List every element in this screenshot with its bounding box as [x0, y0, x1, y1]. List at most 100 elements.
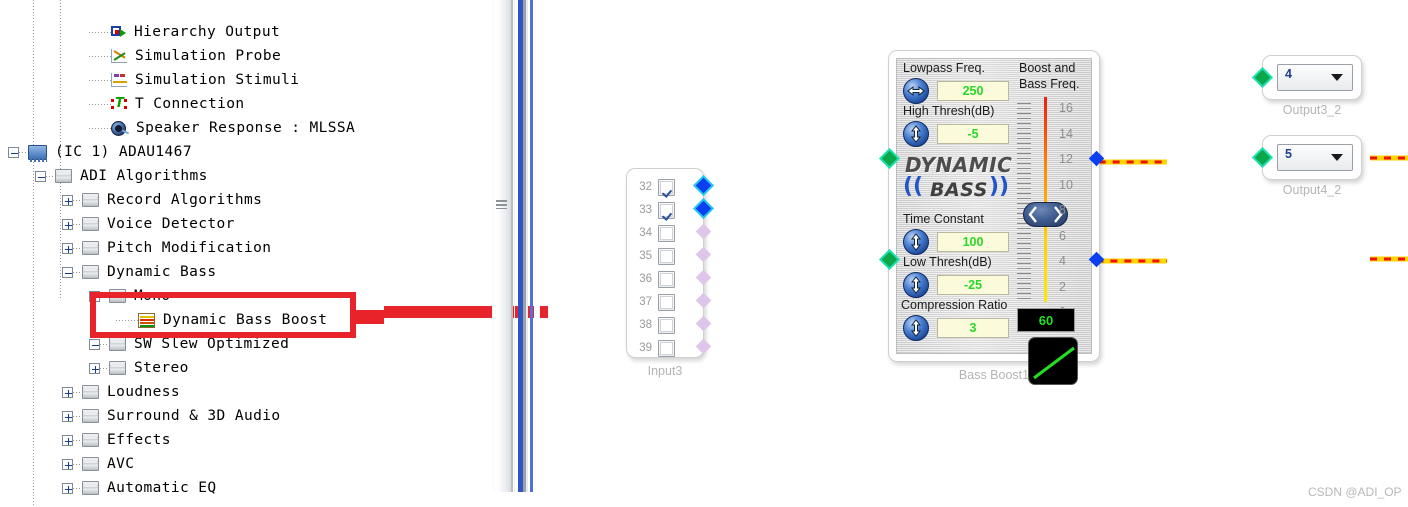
tree-expander-plus-icon[interactable] [62, 386, 73, 398]
tree-item-voice-detector[interactable]: Voice Detector [62, 212, 235, 236]
tree-item-dynamic-bass[interactable]: Dynamic Bass [62, 260, 217, 284]
tree-expander-minus-icon[interactable] [62, 266, 73, 278]
high-thresh-knob[interactable] [903, 121, 929, 147]
tree-item-automatic-eq[interactable]: Automatic EQ [62, 476, 217, 500]
tree-item-simulation-stimuli[interactable]: Simulation Stimuli [89, 68, 299, 92]
slider-track[interactable] [1044, 97, 1047, 302]
tree-expander-plus-icon[interactable] [62, 458, 73, 470]
tree-expander-minus-icon[interactable] [35, 170, 46, 182]
input-block-caption: Input3 [647, 364, 683, 378]
time-constant-knob[interactable] [903, 229, 929, 255]
compression-ratio-knob[interactable] [903, 315, 929, 341]
input-channel-row[interactable]: 32 [633, 178, 675, 196]
channel-checkbox[interactable] [658, 224, 675, 242]
tree-item-hierarchy-output[interactable]: Hierarchy Output [89, 20, 280, 44]
tree-expander-minus-icon[interactable] [8, 146, 19, 158]
tree-expander-plus-icon[interactable] [62, 410, 73, 422]
tree-item-surround-3d-audio[interactable]: Surround & 3D Audio [62, 404, 280, 428]
tree-expander-minus-icon[interactable] [89, 338, 100, 350]
low-thresh-value[interactable]: -25 [937, 275, 1009, 295]
dynamic-bass-caption: Bass Boost1 [958, 368, 1030, 382]
tree-item-label: AVC [107, 456, 135, 472]
tree-item-avc[interactable]: AVC [62, 452, 134, 476]
tree-item-label: Voice Detector [107, 216, 235, 232]
tree-expander-plus-icon[interactable] [62, 242, 73, 254]
vertical-arrows-icon [910, 276, 922, 294]
folder-icon [55, 169, 72, 183]
tree-item-t-connection[interactable]: T T Connection [89, 92, 245, 116]
boost-readout-display: 60 [1017, 308, 1075, 332]
channel-checkbox[interactable] [658, 339, 675, 357]
tree-item-stereo[interactable]: Stereo [89, 356, 189, 380]
folder-icon [82, 385, 99, 399]
channel-number: 33 [639, 204, 652, 216]
tree-item-speaker-response-mlssa[interactable]: Speaker Response : MLSSA [89, 116, 355, 140]
input-channel-row[interactable]: 33 [633, 201, 675, 219]
input-block[interactable]: 32 33 34 35 36 37 38 39 [626, 168, 704, 358]
tree-item-pitch-modification[interactable]: Pitch Modification [62, 236, 271, 260]
splitter-divider[interactable] [511, 0, 513, 492]
channel-checkbox[interactable] [658, 316, 675, 334]
application-window: Hierarchy Output Simulation Probe Simulati… [0, 0, 1408, 507]
output-channel-select[interactable]: 4 [1277, 64, 1353, 91]
splitter-divider [514, 0, 515, 492]
tree-expander-plus-icon[interactable] [62, 482, 73, 494]
channel-checkbox[interactable] [658, 178, 675, 196]
tree-expander-plus-icon[interactable] [62, 434, 73, 446]
vertical-arrows-icon [910, 125, 922, 143]
folder-icon [82, 457, 99, 471]
schematic-canvas[interactable]: 32 33 34 35 36 37 38 39 Input3 Lowpass Freq. 25… [548, 0, 1408, 507]
dynamic-bass-faceplate: Lowpass Freq. 250 High Thresh(dB) -5 DYN… [896, 58, 1092, 385]
horizontal-arrows-icon [907, 85, 925, 97]
input-channel-row[interactable]: 34 [633, 224, 675, 242]
lowpass-freq-knob[interactable] [903, 78, 929, 104]
dynamic-bass-module[interactable]: Lowpass Freq. 250 High Thresh(dB) -5 DYN… [888, 50, 1100, 385]
tree-item-label: Speaker Response : MLSSA [136, 120, 356, 136]
panel-edge-bar [530, 0, 533, 492]
tree-item-ic-1-adau1467[interactable]: (IC 1) ADAU1467 [8, 140, 192, 164]
channel-checkbox[interactable] [658, 293, 675, 311]
channel-checkbox[interactable] [658, 247, 675, 265]
folder-icon [82, 481, 99, 495]
tree-item-effects[interactable]: Effects [62, 428, 171, 452]
tree-item-simulation-probe[interactable]: Simulation Probe [89, 44, 281, 68]
chevron-down-icon[interactable] [1331, 74, 1343, 81]
chevron-down-icon[interactable] [1331, 154, 1343, 161]
input-channel-row[interactable]: 37 [633, 293, 675, 311]
hierarchy-output-icon [111, 26, 126, 38]
tree-item-adi-algorithms[interactable]: ADI Algorithms [35, 164, 208, 188]
time-constant-value[interactable]: 100 [937, 232, 1009, 252]
lowpass-freq-value[interactable]: 250 [937, 81, 1009, 101]
slider-scale-value: 8 [1059, 203, 1066, 217]
tree-connector-line [89, 127, 111, 129]
project-tree-panel[interactable]: Hierarchy Output Simulation Probe Simulati… [0, 0, 490, 507]
channel-number: 36 [639, 273, 652, 285]
input-channel-row[interactable]: 39 [633, 339, 675, 357]
tree-item-record-algorithms[interactable]: Record Algorithms [62, 188, 262, 212]
tree-item-label: Effects [107, 432, 171, 448]
tree-connector-line [89, 55, 111, 57]
vertical-scrollbar-thumb[interactable] [492, 0, 511, 492]
tree-item-loudness[interactable]: Loudness [62, 380, 180, 404]
high-thresh-value[interactable]: -5 [937, 124, 1009, 144]
high-thresh-label: High Thresh(dB) [903, 104, 995, 118]
output-channel-value: 4 [1285, 67, 1292, 81]
output-block-2[interactable]: 5 [1262, 135, 1362, 180]
tree-connector-line [89, 31, 111, 33]
input-channel-row[interactable]: 35 [633, 247, 675, 265]
input-channel-row[interactable]: 36 [633, 270, 675, 288]
low-thresh-knob[interactable] [903, 272, 929, 298]
channel-checkbox[interactable] [658, 201, 675, 219]
scrollbar-grip-icon [496, 200, 507, 209]
compression-ratio-value[interactable]: 3 [937, 318, 1009, 338]
tree-connector-line [73, 439, 82, 441]
tree-expander-plus-icon[interactable] [62, 218, 73, 230]
output-channel-select[interactable]: 5 [1277, 144, 1353, 171]
input-channel-row[interactable]: 38 [633, 316, 675, 334]
channel-checkbox[interactable] [658, 270, 675, 288]
tree-item-label: Surround & 3D Audio [107, 408, 281, 424]
output-block-1[interactable]: 4 [1262, 55, 1362, 100]
tree-item-label: SW Slew Optimized [134, 336, 290, 352]
tree-expander-plus-icon[interactable] [62, 194, 73, 206]
tree-expander-plus-icon[interactable] [89, 362, 100, 374]
